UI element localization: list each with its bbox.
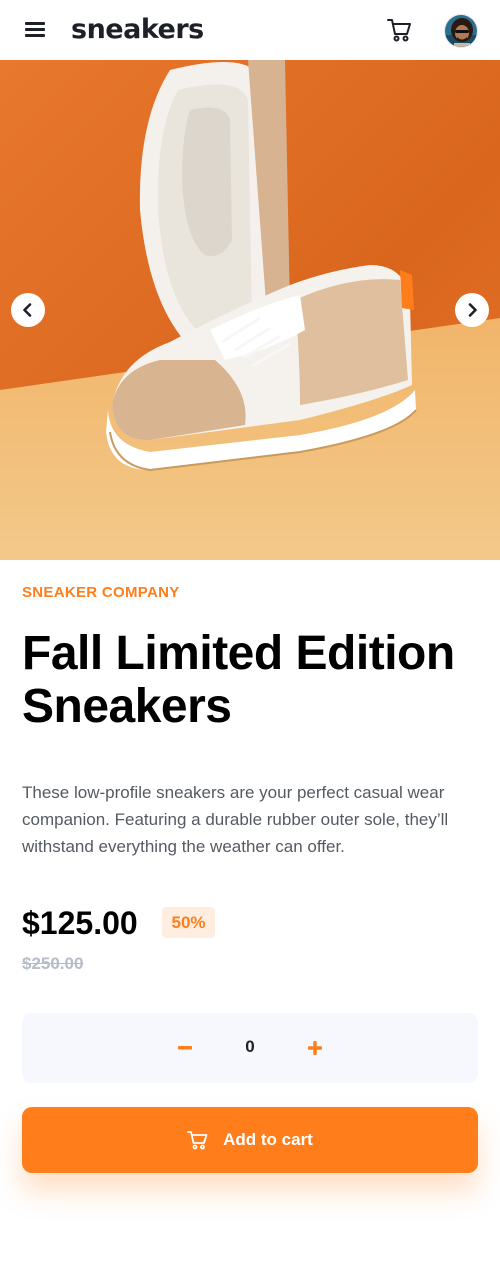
current-price: $125.00 (22, 905, 138, 941)
add-to-cart-label: Add to cart (223, 1130, 313, 1149)
product-title: Fall Limited Edition Sneakers (22, 627, 455, 733)
product-image-gallery (0, 60, 500, 560)
gallery-next-button[interactable] (455, 293, 489, 327)
company-name: SNEAKER COMPANY (22, 584, 180, 601)
minus-icon (178, 1046, 192, 1050)
sneaker-product-photo (0, 60, 500, 560)
cart-icon[interactable] (385, 16, 413, 44)
cart-icon (187, 1131, 208, 1150)
hamburger-menu-icon[interactable] (24, 19, 48, 39)
quantity-stepper: 0 (22, 1013, 478, 1083)
add-to-cart-button[interactable]: Add to cart (22, 1107, 478, 1173)
quantity-increase-button[interactable] (302, 1035, 328, 1061)
user-avatar[interactable] (444, 14, 478, 48)
quantity-decrease-button[interactable] (172, 1035, 198, 1061)
discount-badge: 50% (162, 907, 215, 938)
product-description: These low-profile sneakers are your perf… (22, 783, 449, 856)
chevron-left-icon (23, 303, 32, 317)
chevron-right-icon (468, 303, 477, 317)
quantity-value: 0 (245, 1037, 255, 1056)
site-logo[interactable]: sneakers (71, 10, 204, 50)
plus-icon (308, 1041, 322, 1055)
site-header: sneakers (0, 0, 500, 60)
original-price: $250.00 (22, 954, 84, 973)
gallery-prev-button[interactable] (11, 293, 45, 327)
